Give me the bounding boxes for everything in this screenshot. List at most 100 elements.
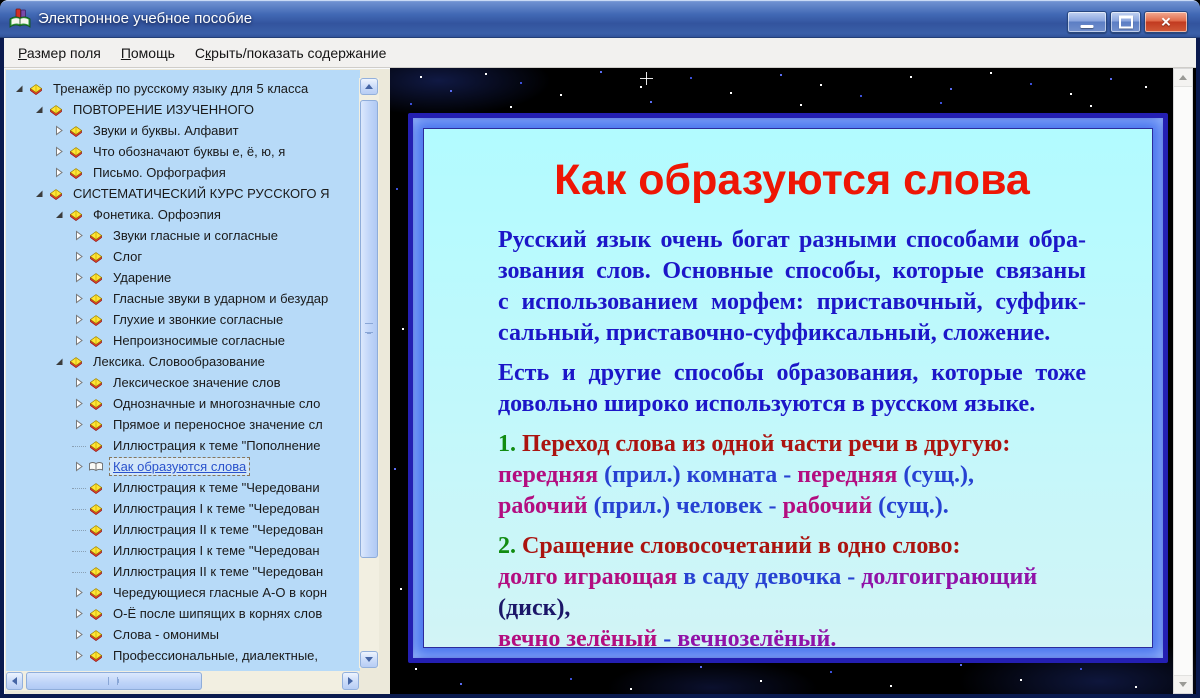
expand-toggle-icon[interactable] (72, 608, 86, 619)
tree-item-label[interactable]: Иллюстрация I к теме "Чередован (110, 500, 323, 517)
tree-item[interactable]: Звуки гласные и согласные (6, 225, 360, 246)
tree-item-label[interactable]: Слова - омонимы (110, 626, 222, 643)
tree-item-label[interactable]: Письмо. Орфография (90, 164, 229, 181)
expand-toggle-icon[interactable] (72, 272, 86, 283)
tree-item[interactable]: Слог (6, 246, 360, 267)
tree-item[interactable]: Иллюстрация II к теме "Чередован (6, 519, 360, 540)
tree-item-label[interactable]: Иллюстрация II к теме "Чередован (110, 563, 326, 580)
book-icon (88, 607, 105, 621)
expand-toggle-icon[interactable] (72, 650, 86, 661)
tree-item[interactable]: Профессиональные, диалектные, (6, 645, 360, 666)
tree-item-label[interactable]: Профессиональные, диалектные, (110, 647, 321, 664)
expand-toggle-icon[interactable] (72, 251, 86, 262)
tree-item-label[interactable]: Фонетика. Орфоэпия (90, 206, 224, 223)
collapse-toggle-icon[interactable] (32, 188, 46, 199)
expand-toggle-icon[interactable] (72, 461, 86, 472)
expand-toggle-icon[interactable] (52, 167, 66, 178)
close-icon: ✕ (1160, 14, 1172, 30)
close-button[interactable]: ✕ (1144, 11, 1188, 33)
tree-item[interactable]: Фонетика. Орфоэпия (6, 204, 360, 225)
tree-item[interactable]: Иллюстрация к теме "Чередовани (6, 477, 360, 498)
expand-toggle-icon[interactable] (72, 629, 86, 640)
expand-toggle-icon[interactable] (52, 146, 66, 157)
collapse-toggle-icon[interactable] (52, 356, 66, 367)
tree-item[interactable]: Тренажёр по русскому языку для 5 класса (6, 78, 360, 99)
tree-item-label[interactable]: Лексика. Словообразование (90, 353, 268, 370)
tree-item-label[interactable]: Ударение (110, 269, 174, 286)
tree-item[interactable]: Иллюстрация I к теме "Чередован (6, 498, 360, 519)
tree-item[interactable]: Иллюстрация II к теме "Чередован (6, 561, 360, 582)
expand-toggle-icon[interactable] (72, 377, 86, 388)
tree-item[interactable]: ПОВТОРЕНИЕ ИЗУЧЕННОГО (6, 99, 360, 120)
tree-item-label[interactable]: Прямое и переносное значение сл (110, 416, 326, 433)
tree-item[interactable]: Гласные звуки в ударном и безудар (6, 288, 360, 309)
tree-vertical-scrollbar[interactable] (359, 78, 379, 668)
menu-item-2[interactable]: Помощь (111, 40, 185, 66)
horizontal-scroll-thumb[interactable] (26, 672, 202, 690)
expand-toggle-icon[interactable] (72, 335, 86, 346)
tree-item-label[interactable]: Что обозначают буквы е, ё, ю, я (90, 143, 288, 160)
tree-item[interactable]: Как образуются слова (6, 456, 360, 477)
tree-item-label[interactable]: ПОВТОРЕНИЕ ИЗУЧЕННОГО (70, 101, 257, 118)
slide-line: долго играющая в саду девочка - долгоигр… (498, 562, 1086, 593)
tree-item[interactable]: СИСТЕМАТИЧЕСКИЙ КУРС РУССКОГО Я (6, 183, 360, 204)
lesson-vertical-scrollbar[interactable] (1173, 68, 1193, 694)
menu-item-1[interactable]: Размер поля (8, 40, 111, 66)
collapse-toggle-icon[interactable] (12, 83, 26, 94)
menu-item-3[interactable]: Скрыть/показать содержание (185, 40, 396, 66)
tree-item-label[interactable]: О-Ё после шипящих в корнях слов (110, 605, 325, 622)
expand-toggle-icon[interactable] (52, 125, 66, 136)
title-bar[interactable]: Электронное учебное пособие ✕ (0, 0, 1200, 38)
tree-item-label[interactable]: Тренажёр по русскому языку для 5 класса (50, 80, 311, 97)
tree-item[interactable]: Прямое и переносное значение сл (6, 414, 360, 435)
minimize-button[interactable] (1067, 11, 1107, 33)
tree-item[interactable]: Ударение (6, 267, 360, 288)
tree-item[interactable]: О-Ё после шипящих в корнях слов (6, 603, 360, 624)
expand-toggle-icon[interactable] (72, 293, 86, 304)
vertical-scroll-thumb[interactable] (360, 100, 378, 558)
tree-item-label[interactable]: Иллюстрация I к теме "Чередован (110, 542, 323, 559)
tree-item[interactable]: Иллюстрация I к теме "Чередован (6, 540, 360, 561)
tree-horizontal-scrollbar[interactable] (6, 671, 359, 691)
tree-item-label[interactable]: Слог (110, 248, 145, 265)
expand-toggle-icon[interactable] (72, 419, 86, 430)
expand-toggle-icon[interactable] (72, 398, 86, 409)
expand-toggle-icon[interactable] (72, 587, 86, 598)
collapse-toggle-icon[interactable] (32, 104, 46, 115)
tree-item-label[interactable]: Иллюстрация к теме "Пополнение (110, 437, 324, 454)
tree-item-label[interactable]: Чередующиеся гласные А-О в корн (110, 584, 330, 601)
tree-item-label[interactable]: Гласные звуки в ударном и безудар (110, 290, 331, 307)
tree-connector (72, 487, 86, 489)
tree-item[interactable]: Что обозначают буквы е, ё, ю, я (6, 141, 360, 162)
tree-item-label[interactable]: Однозначные и многозначные сло (110, 395, 323, 412)
tree-item[interactable]: Однозначные и многозначные сло (6, 393, 360, 414)
tree-item-label[interactable]: Иллюстрация II к теме "Чередован (110, 521, 326, 538)
tree-item[interactable]: Звуки и буквы. Алфавит (6, 120, 360, 141)
tree-item[interactable]: Чередующиеся гласные А-О в корн (6, 582, 360, 603)
scroll-up-button[interactable] (360, 78, 378, 95)
tree-item[interactable]: Лексика. Словообразование (6, 351, 360, 372)
maximize-button[interactable] (1110, 11, 1141, 33)
scroll-down-button[interactable] (360, 651, 378, 668)
expand-toggle-icon[interactable] (72, 230, 86, 241)
tree-item[interactable]: Иллюстрация к теме "Пополнение (6, 435, 360, 456)
tree-item[interactable]: Лексическое значение слов (6, 372, 360, 393)
tree-item[interactable]: Письмо. Орфография (6, 162, 360, 183)
scroll-down-button[interactable] (1174, 675, 1192, 693)
tree-item-label[interactable]: Лексическое значение слов (110, 374, 284, 391)
tree-item-label[interactable]: СИСТЕМАТИЧЕСКИЙ КУРС РУССКОГО Я (70, 185, 333, 202)
tree-item-label[interactable]: Звуки гласные и согласные (110, 227, 281, 244)
tree-item-label[interactable]: Глухие и звонкие согласные (110, 311, 286, 328)
tree-item-label[interactable]: Звуки и буквы. Алфавит (90, 122, 242, 139)
scroll-left-button[interactable] (6, 672, 23, 690)
scroll-right-button[interactable] (342, 672, 359, 690)
tree-item[interactable]: Непроизносимые согласные (6, 330, 360, 351)
tree-item[interactable]: Глухие и звонкие согласные (6, 309, 360, 330)
collapse-toggle-icon[interactable] (52, 209, 66, 220)
expand-toggle-icon[interactable] (72, 314, 86, 325)
scroll-up-button[interactable] (1174, 69, 1192, 87)
tree-item[interactable]: Слова - омонимы (6, 624, 360, 645)
tree-item-label[interactable]: Иллюстрация к теме "Чередовани (110, 479, 323, 496)
tree-item-label[interactable]: Как образуются слова (108, 457, 251, 476)
tree-item-label[interactable]: Непроизносимые согласные (110, 332, 288, 349)
